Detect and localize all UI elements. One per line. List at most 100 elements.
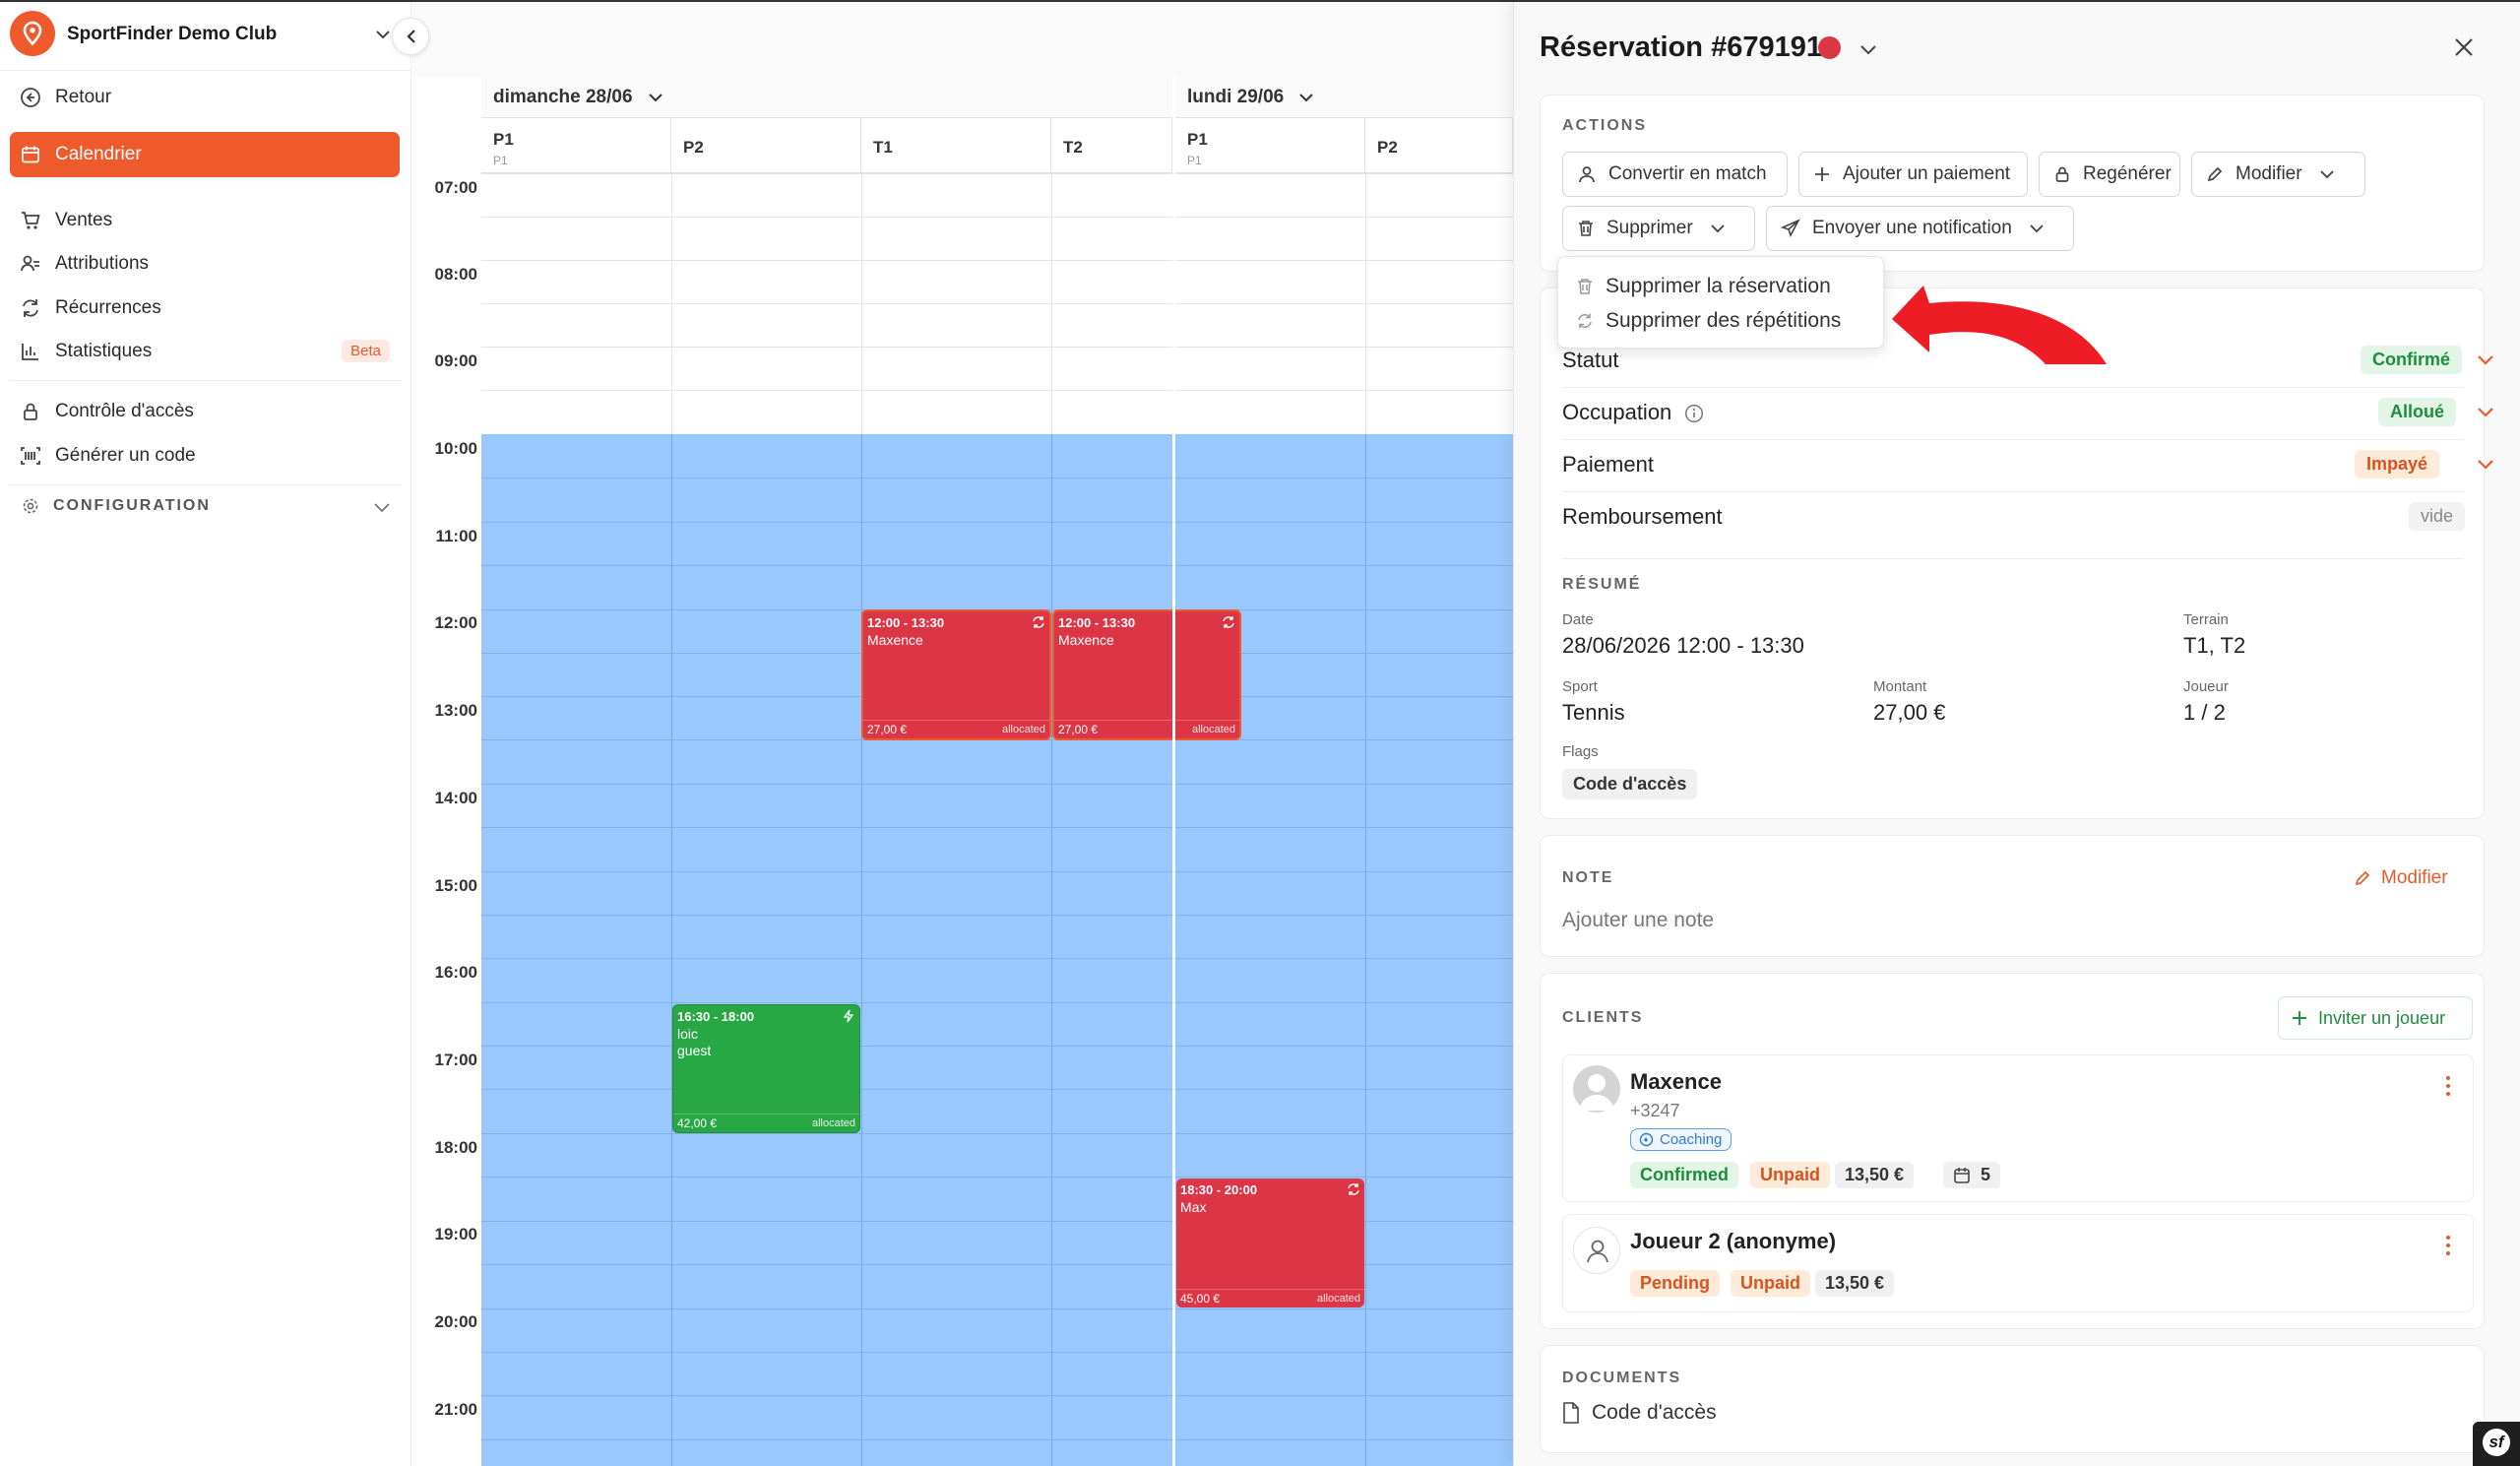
chevron-left-icon	[407, 30, 415, 43]
convert-to-match-button[interactable]: Convertir en match	[1562, 152, 1788, 197]
divider	[1562, 387, 2464, 388]
day-header[interactable]: lundi 29/06	[1175, 77, 1513, 118]
sidebar-item-statistiques[interactable]: Statistiques Beta	[10, 329, 400, 374]
grid-line	[481, 1002, 1513, 1003]
barcode-icon	[18, 443, 43, 469]
invite-player-button[interactable]: Inviter un joueur	[2278, 996, 2473, 1040]
hour-label: 19:00	[434, 1225, 477, 1243]
chevron-down-icon[interactable]	[2476, 402, 2495, 421]
sidebar-item-controle-acces[interactable]: Contrôle d'accès	[10, 389, 400, 434]
more-options-icon[interactable]	[2445, 1075, 2451, 1097]
clients-card: CLIENTS Inviter un joueur Maxence +3247 …	[1540, 973, 2485, 1329]
refund-row-label: Remboursement	[1562, 504, 1723, 529]
menu-item-label: Supprimer la réservation	[1606, 275, 1831, 297]
configuration-section-toggle[interactable]: CONFIGURATION	[10, 490, 400, 522]
chevron-down-icon[interactable]	[2476, 350, 2495, 369]
back-arrow-icon	[18, 85, 43, 110]
sidebar-item-attributions[interactable]: Attributions	[10, 241, 400, 287]
regenerate-button[interactable]: Regénérer	[2039, 152, 2180, 197]
divider	[1562, 491, 2464, 492]
booking-event[interactable]: 12:00 - 13:30 Maxence 27,00 € allocated	[861, 609, 1051, 740]
send-notification-button[interactable]: Envoyer une notification	[1766, 206, 2074, 251]
client-card[interactable]: Maxence +3247 Coaching Confirmed Unpaid …	[1562, 1054, 2474, 1202]
grid-line	[481, 217, 1513, 218]
available-slots-area[interactable]	[481, 434, 1513, 1466]
court-column-header: T1	[861, 118, 1051, 173]
chevron-down-icon	[2028, 220, 2046, 237]
collapse-sidebar-button[interactable]	[392, 18, 429, 55]
sidebar-item-label: Générer un code	[55, 445, 196, 466]
lock-icon	[2053, 165, 2071, 183]
hour-label: 13:00	[434, 701, 477, 720]
delete-options-menu: Supprimer la réservation Supprimer des r…	[1557, 256, 1884, 349]
sidebar-item-calendrier[interactable]: Calendrier	[10, 132, 400, 177]
grid-line	[481, 1352, 1513, 1353]
close-icon[interactable]	[2452, 35, 2476, 59]
calendar-icon	[18, 142, 43, 167]
client-booking-count: 5	[1943, 1162, 2001, 1188]
chevron-down-icon[interactable]	[2476, 454, 2495, 474]
payment-row-label: Paiement	[1562, 452, 1654, 477]
back-link[interactable]: Retour	[10, 75, 400, 120]
sidebar-item-ventes[interactable]: Ventes	[10, 198, 400, 243]
edit-note-button[interactable]: Modifier	[2354, 867, 2448, 889]
booking-event[interactable]: 16:30 - 18:00 loic guest 42,00 € allocat…	[672, 1004, 860, 1133]
delete-repetitions-item[interactable]: Supprimer des répétitions	[1576, 306, 1841, 336]
booking-event[interactable]: 18:30 - 20:00 Max 45,00 € allocated	[1176, 1179, 1364, 1307]
back-label: Retour	[55, 87, 112, 107]
modify-dropdown-button[interactable]: Modifier	[2191, 152, 2365, 197]
players-value: 1 / 2	[2183, 700, 2226, 725]
hour-label: 21:00	[434, 1400, 477, 1419]
client-card[interactable]: Joueur 2 (anonyme) Pending Unpaid 13,50 …	[1562, 1214, 2474, 1312]
sidebar-item-recurrences[interactable]: Récurrences	[10, 286, 400, 331]
gear-icon	[22, 497, 39, 515]
configuration-label: CONFIGURATION	[53, 497, 211, 514]
document-link[interactable]: Code d'accès	[1562, 1401, 1717, 1425]
club-logo	[10, 11, 55, 56]
hour-label: 11:00	[435, 527, 477, 545]
grid-line	[481, 347, 1513, 348]
day-header[interactable]: dimanche 28/06	[481, 77, 1172, 118]
sidebar: SportFinder Demo Club Retour Calendrier …	[0, 0, 429, 1466]
button-label: Envoyer une notification	[1812, 218, 2012, 238]
event-footer-line	[863, 720, 1049, 721]
grid-line	[481, 1133, 1513, 1134]
note-card: NOTE Modifier Ajouter une note	[1540, 835, 2485, 957]
booking-event[interactable]: 12:00 - 13:30 Maxence 27,00 € allocated	[1052, 609, 1241, 740]
court-column-header: P1 P1	[1175, 118, 1365, 173]
calendar-grid[interactable]: 12:00 - 13:30 Maxence 27,00 € allocated …	[481, 173, 1513, 1466]
event-status: allocated	[811, 1117, 855, 1129]
chevron-down-icon[interactable]	[374, 26, 392, 43]
event-price: 42,00 €	[677, 1116, 718, 1130]
invite-label: Inviter un joueur	[2318, 1007, 2446, 1028]
sidebar-item-generer-code[interactable]: Générer un code	[10, 433, 400, 478]
club-switcher[interactable]: SportFinder Demo Club	[0, 0, 411, 71]
debug-toolbar-icon[interactable]: sf	[2473, 1422, 2520, 1466]
note-placeholder[interactable]: Ajouter une note	[1562, 909, 1714, 932]
avatar	[1573, 1065, 1620, 1113]
day-label: lundi 29/06	[1187, 86, 1285, 107]
grid-line	[481, 1177, 1513, 1178]
section-label: ACTIONS	[1562, 117, 1647, 134]
more-options-icon[interactable]	[2445, 1235, 2451, 1256]
hour-label: 10:00	[434, 439, 477, 458]
delete-reservation-item[interactable]: Supprimer la réservation	[1576, 272, 1831, 301]
event-time: 18:30 - 20:00	[1180, 1182, 1258, 1197]
chevron-down-icon	[1709, 220, 1727, 237]
grid-line	[481, 1308, 1513, 1309]
pencil-icon	[2206, 165, 2224, 183]
client-phone: +3247	[1630, 1101, 1680, 1120]
info-icon[interactable]	[1684, 404, 1704, 423]
sidebar-item-label: Calendrier	[55, 144, 142, 164]
hour-label: 20:00	[434, 1312, 477, 1331]
grid-line	[481, 565, 1513, 566]
grid-line	[481, 1046, 1513, 1047]
grid-line	[481, 390, 1513, 391]
status-badge: Confirmé	[2361, 346, 2463, 374]
court-subname: P1	[493, 154, 508, 167]
chevron-down-icon[interactable]	[1858, 39, 1878, 59]
add-payment-button[interactable]: Ajouter un paiement	[1798, 152, 2028, 197]
delete-dropdown-button[interactable]: Supprimer	[1562, 206, 1755, 251]
event-client: Maxence	[1058, 632, 1114, 648]
grid-line	[671, 434, 672, 1466]
